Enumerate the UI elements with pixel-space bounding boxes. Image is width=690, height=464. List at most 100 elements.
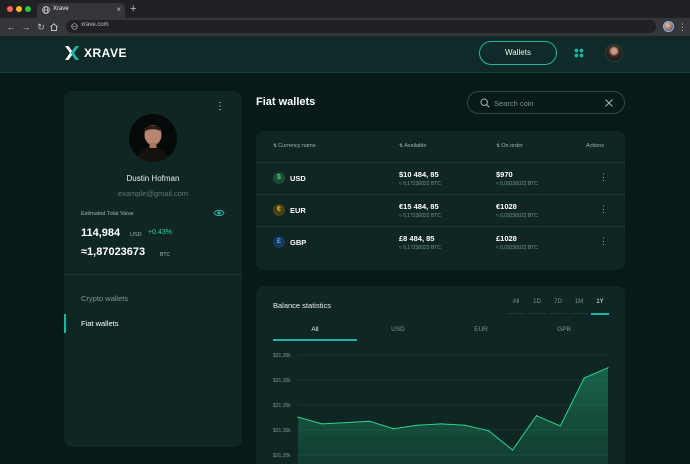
nav-active-indicator (64, 314, 66, 333)
on-order-btc: ≈ 0,09230022 BTC (496, 245, 538, 251)
column-header-label: On order (501, 143, 523, 149)
profile-avatar (129, 114, 177, 162)
chart-point (392, 428, 394, 430)
balance-chart: $31,35k $31,35k $31,35k $31,35k $31,35k (273, 353, 609, 464)
url-text: xrave.com (81, 22, 109, 28)
chart-point (488, 430, 490, 432)
y-tick-label: $31,35k (273, 428, 291, 434)
row-actions-icon[interactable]: ⋮ (599, 204, 608, 215)
range-underline (549, 313, 567, 314)
range-underline-active (591, 313, 609, 315)
divider (64, 274, 242, 275)
logo-icon (65, 46, 79, 60)
available-amount: €15 484, 85 (399, 202, 439, 211)
currency-tab-all[interactable]: All (273, 326, 357, 333)
window-maximize-button[interactable] (25, 6, 31, 12)
brand-name: XRAVE (84, 46, 127, 60)
on-order-btc: ≈ 0,09230022 BTC (496, 181, 538, 187)
user-email: example@gmail.com (117, 189, 189, 198)
row-actions-icon[interactable]: ⋮ (599, 172, 608, 183)
globe-icon (42, 6, 50, 14)
close-icon[interactable] (604, 98, 614, 108)
eye-icon[interactable] (213, 208, 225, 218)
search-input[interactable] (494, 95, 598, 111)
home-icon[interactable] (49, 22, 59, 32)
range-tab-7d[interactable]: 7D (549, 299, 567, 305)
chart-point (440, 423, 442, 425)
range-tab-1d[interactable]: 1D (528, 299, 546, 305)
currency-code: EUR (290, 206, 306, 215)
y-tick-label: $31,35k (273, 353, 291, 359)
chart-area (298, 367, 608, 464)
range-tab-1y[interactable]: 1Y (591, 299, 609, 305)
wallets-button[interactable]: Wallets (479, 41, 557, 65)
search-icon (480, 98, 490, 108)
estimated-value-label: Estimated Total Value (81, 211, 134, 217)
range-tab-all[interactable]: All (507, 299, 525, 305)
address-bar[interactable]: xrave.com (66, 20, 656, 33)
btc-unit: BTC (160, 252, 170, 258)
currency-tab-gpb[interactable]: GPB (522, 326, 606, 333)
range-tab-1m[interactable]: 1M (570, 299, 588, 305)
profile-card: ⋮ Dustin Hofman example@gmail.com Estima… (64, 91, 242, 447)
available-btc: ≈ 0,17230022 BTC (399, 181, 441, 187)
apps-grid-icon[interactable] (574, 48, 584, 58)
on-order-btc: ≈ 0,09230022 BTC (496, 213, 538, 219)
chart-point (512, 449, 514, 451)
stats-title: Balance statistics (273, 301, 331, 310)
currency-tab-usd[interactable]: USD (356, 326, 440, 333)
chart-point (297, 416, 299, 418)
euro-icon: € (273, 204, 285, 216)
browser-profile-avatar[interactable] (663, 21, 674, 32)
total-change: +0.43% (148, 229, 172, 236)
sort-icon: ⇅ (496, 143, 501, 149)
window-minimize-button[interactable] (16, 6, 22, 12)
currency-code: USD (290, 174, 306, 183)
column-header-on-order[interactable]: ⇅On order (496, 143, 523, 149)
y-tick-label: $31,35k (273, 403, 291, 409)
browser-menu-icon[interactable]: ⋮ (678, 20, 687, 34)
column-header-currency[interactable]: ⇅Currency name (273, 143, 316, 149)
browser-tab[interactable]: Xrave × (37, 3, 125, 18)
sort-icon: ⇅ (273, 143, 278, 149)
nav-fiat-wallets[interactable]: Fiat wallets (81, 319, 119, 328)
user-name: Dustin Hofman (126, 174, 180, 183)
currency-tab-eur[interactable]: EUR (439, 326, 523, 333)
user-avatar[interactable] (605, 44, 623, 62)
app-root: XRAVE Wallets ⋮ Dustin Hofman example@gm… (0, 36, 690, 464)
close-tab-icon[interactable]: × (116, 5, 121, 15)
chart-point (583, 377, 585, 379)
tab-title: Xrave (53, 6, 69, 12)
table-row[interactable]: € EUR €15 484, 85 ≈ 0,17230022 BTC €1028… (256, 195, 625, 227)
range-underline (528, 313, 546, 314)
window-close-button[interactable] (7, 6, 13, 12)
available-amount: £8 484, 85 (399, 234, 435, 243)
sort-icon: ⇅ (399, 143, 404, 149)
on-order-amount: €1028 (496, 202, 517, 211)
table-row[interactable]: $ USD $10 484, 85 ≈ 0,17230022 BTC $970 … (256, 163, 625, 195)
forward-icon[interactable]: → (20, 21, 32, 33)
range-underline (507, 313, 525, 314)
back-icon[interactable]: ← (5, 21, 17, 33)
app-header: XRAVE Wallets (0, 36, 690, 73)
column-header-available[interactable]: ⇅Available (399, 143, 426, 149)
pound-icon: £ (273, 236, 285, 248)
new-tab-icon[interactable]: + (130, 3, 136, 15)
row-actions-icon[interactable]: ⋮ (599, 236, 608, 247)
chart-point (345, 422, 347, 424)
site-info-icon[interactable] (71, 23, 78, 30)
range-underline (570, 313, 588, 314)
chart-point (464, 424, 466, 426)
chart-point (535, 415, 538, 417)
reload-icon[interactable]: ↻ (35, 21, 47, 33)
chart-point (607, 367, 609, 369)
table-row[interactable]: £ GBP £8 484, 85 ≈ 0,17230022 BTC £1028 … (256, 227, 625, 259)
nav-crypto-wallets[interactable]: Crypto wallets (81, 294, 128, 303)
total-value: 114,984 (81, 227, 121, 239)
card-menu-icon[interactable]: ⋮ (215, 101, 225, 113)
browser-chrome: Xrave × + ← → ↻ xrave.com ⋮ (0, 0, 690, 36)
currency-tab-underline (273, 339, 357, 341)
browser-toolbar: ← → ↻ xrave.com ⋮ (0, 18, 690, 36)
available-btc: ≈ 0,17230022 BTC (399, 245, 441, 251)
on-order-amount: $970 (496, 170, 513, 179)
